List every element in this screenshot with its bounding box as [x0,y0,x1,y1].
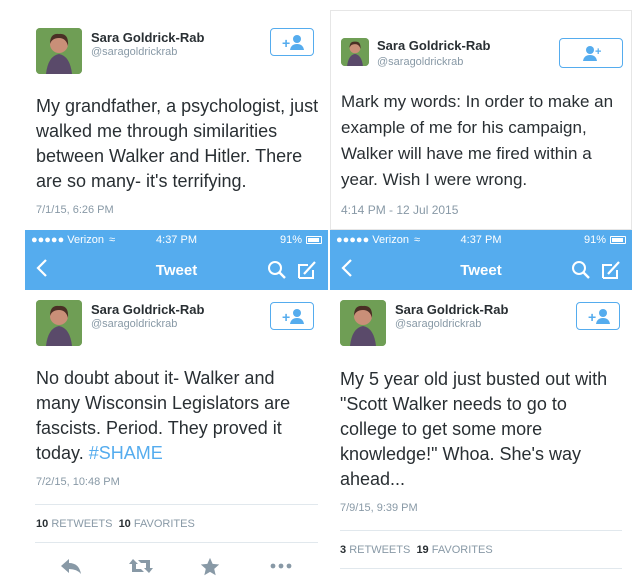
follow-button[interactable]: + [270,28,314,56]
battery-level: 91% [279,234,302,246]
svg-text:+: + [588,309,596,325]
tweet-card-1: Sara Goldrick-Rab @saragoldrickrab + My … [25,10,325,230]
status-bar: ●●●●● Verizon ≈ 4:37 PM 91% [330,230,632,250]
favorites-label[interactable]: FAVORITES [432,544,493,556]
engagement-counts: 10 RETWEETS 10 FAVORITES [36,518,195,530]
tweet-screen-4: ●●●●● Verizon ≈ 4:37 PM 91% Tweet Sara G… [330,230,632,580]
engagement-counts: 3 RETWEETS 19 FAVORITES [340,544,493,556]
author-name[interactable]: Sara Goldrick-Rab [91,30,204,45]
favorites-label[interactable]: FAVORITES [134,518,195,530]
retweets-label[interactable]: RETWEETS [51,518,112,530]
tweet-date[interactable]: 7/2/15, 10:48 PM [36,476,120,488]
follow-button[interactable]: + [576,302,620,330]
svg-text:+: + [595,46,601,58]
retweets-label[interactable]: RETWEETS [349,544,410,556]
reply-icon[interactable] [59,556,83,580]
action-bar [25,556,328,580]
favorite-icon[interactable] [199,556,221,580]
follow-icon: + [282,309,304,325]
author-name[interactable]: Sara Goldrick-Rab [377,38,490,53]
follow-icon: + [583,46,601,61]
tweet-date[interactable]: 7/9/15, 9:39 PM [340,502,418,514]
follow-icon: + [282,35,304,51]
compose-icon[interactable] [296,259,318,286]
author-handle[interactable]: @saragoldrickrab [91,46,177,58]
follow-button[interactable]: + [270,302,314,330]
tweet-date[interactable]: 4:14 PM - 12 Jul 2015 [341,203,458,217]
favorite-count[interactable]: 19 [416,544,428,556]
tweet-text: Mark my words: In order to make an examp… [341,92,614,189]
avatar[interactable] [36,28,82,74]
battery-level: 91% [583,234,606,246]
author-handle[interactable]: @saragoldrickrab [377,56,463,68]
avatar[interactable] [340,300,386,346]
retweet-count[interactable]: 3 [340,544,346,556]
author-handle[interactable]: @saragoldrickrab [395,318,481,330]
author-name[interactable]: Sara Goldrick-Rab [395,302,508,317]
retweet-count[interactable]: 10 [36,518,48,530]
divider [340,568,622,569]
divider [35,504,318,505]
divider [340,530,622,531]
tweet-card-2: Sara Goldrick-Rab @saragoldrickrab + Mar… [330,10,632,230]
favorite-count[interactable]: 10 [119,518,131,530]
author-name[interactable]: Sara Goldrick-Rab [91,302,204,317]
retweet-icon[interactable] [128,556,154,580]
compose-icon[interactable] [600,259,622,286]
battery-icon [306,236,322,244]
tweet-text: My 5 year old just busted out with "Scot… [340,369,608,489]
search-icon[interactable] [266,259,288,286]
tweet-text: My grandfather, a psychologist, just wal… [36,96,319,191]
nav-bar: Tweet [330,250,632,290]
svg-text:+: + [282,35,290,51]
battery-icon [610,236,626,244]
follow-icon: + [588,309,610,325]
hashtag-link[interactable]: #SHAME [89,443,163,463]
more-icon[interactable] [269,556,293,580]
svg-text:+: + [282,309,290,325]
tweet-screen-3: ●●●●● Verizon ≈ 4:37 PM 91% Tweet Sara G… [25,230,328,580]
author-handle[interactable]: @saragoldrickrab [91,318,177,330]
divider [35,542,318,543]
avatar[interactable] [341,38,369,66]
nav-bar: Tweet [25,250,328,290]
search-icon[interactable] [570,259,592,286]
tweet-body: No doubt about it- Walker and many Wisco… [36,368,291,463]
follow-button[interactable]: + [559,38,623,68]
tweet-text: No doubt about it- Walker and many Wisco… [36,366,321,466]
avatar[interactable] [36,300,82,346]
tweet-date[interactable]: 7/1/15, 6:26 PM [36,204,114,216]
status-bar: ●●●●● Verizon ≈ 4:37 PM 91% [25,230,328,250]
